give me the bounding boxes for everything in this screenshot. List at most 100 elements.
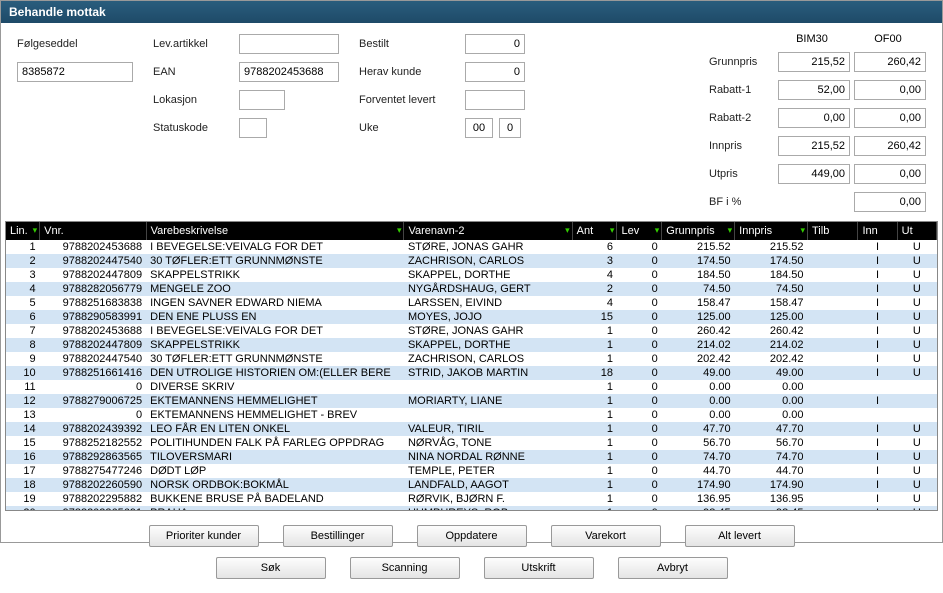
cell-col-ip: 44.70 <box>735 464 808 478</box>
cell-col-ip: 158.47 <box>735 296 808 310</box>
cell-col-lin: 14 <box>6 422 40 436</box>
col-innpris[interactable]: Innpris▾ <box>735 222 808 240</box>
table-row[interactable]: 169788292863565TILOVERSMARININA NORDAL R… <box>6 450 937 464</box>
col-grunnpris[interactable]: Grunnpris▾ <box>662 222 735 240</box>
table-row[interactable]: 59788251683838INGEN SAVNER EDWARD NIEMAL… <box>6 296 937 310</box>
cell-col-vnr: 9788275477246 <box>40 464 147 478</box>
avbryt-button[interactable]: Avbryt <box>618 557 728 579</box>
cell-col-vare: I BEVEGELSE:VEIVALG FOR DET <box>146 240 404 254</box>
grunnpris-bim-input[interactable] <box>778 52 850 72</box>
cell-col-gp: 158.47 <box>662 296 735 310</box>
cell-col-ut: U <box>897 436 936 450</box>
cell-col-ut: U <box>897 310 936 324</box>
col-tilb[interactable]: Tilb <box>808 222 858 240</box>
table-row[interactable]: 189788202260590NORSK ORDBOK:BOKMÅLLANDFA… <box>6 478 937 492</box>
sort-icon: ▾ <box>610 225 615 236</box>
cell-col-ant: 1 <box>572 464 617 478</box>
data-table[interactable]: Lin.▾ Vnr. Varebeskrivelse▾ Varenavn-2▾ … <box>6 222 937 511</box>
cell-col-inn: I <box>858 352 897 366</box>
col-vnr[interactable]: Vnr. <box>40 222 147 240</box>
innpris-of-input[interactable] <box>854 136 926 156</box>
forventet-input[interactable] <box>465 90 525 110</box>
grunnpris-of-input[interactable] <box>854 52 926 72</box>
col-inn[interactable]: Inn <box>858 222 897 240</box>
cell-col-vnr: 9788252182552 <box>40 436 147 450</box>
table-row[interactable]: 9978820244754030 TØFLER:ETT GRUNNMØNSTEZ… <box>6 352 937 366</box>
table-row[interactable]: 79788202453688I BEVEGELSE:VEIVALG FOR DE… <box>6 324 937 338</box>
folgeseddel-input[interactable] <box>17 62 133 82</box>
cell-col-ant: 1 <box>572 450 617 464</box>
utpris-bim-input[interactable] <box>778 164 850 184</box>
cell-col-lin: 19 <box>6 492 40 506</box>
uke1-input[interactable] <box>465 118 493 138</box>
lev-artikkel-input[interactable] <box>239 34 339 54</box>
cell-col-vare: EKTEMANNENS HEMMELIGHET - BREV <box>146 408 404 422</box>
rabatt2-of-input[interactable] <box>854 108 926 128</box>
table-row[interactable]: 2978820244754030 TØFLER:ETT GRUNNMØNSTEZ… <box>6 254 937 268</box>
bestilt-input[interactable] <box>465 34 525 54</box>
utpris-of-input[interactable] <box>854 164 926 184</box>
table-row[interactable]: 69788290583991DEN ENE PLUSS ENMOYES, JOJ… <box>6 310 937 324</box>
cell-col-gp: 260.42 <box>662 324 735 338</box>
statuskode-input[interactable] <box>239 118 267 138</box>
col-lin[interactable]: Lin.▾ <box>6 222 40 240</box>
sok-button[interactable]: Søk <box>216 557 326 579</box>
col-ut[interactable]: Ut <box>897 222 936 240</box>
cell-col-ip: 56.70 <box>735 436 808 450</box>
cell-col-ant: 1 <box>572 324 617 338</box>
cell-col-ut: U <box>897 450 936 464</box>
bfi-of-input[interactable] <box>854 192 926 212</box>
table-row[interactable]: 199788202295882BUKKENE BRUSE PÅ BADELAND… <box>6 492 937 506</box>
lokasjon-input[interactable] <box>239 90 285 110</box>
scanning-button[interactable]: Scanning <box>350 557 460 579</box>
cell-col-ut <box>897 380 936 394</box>
cell-col-ant: 6 <box>572 240 617 254</box>
table-row[interactable]: 49788282056779MENGELE ZOONYGÅRDSHAUG, GE… <box>6 282 937 296</box>
cell-col-tilb <box>808 436 858 450</box>
cell-col-vnavn2: ZACHRISON, CARLOS <box>404 352 572 366</box>
cell-col-lev: 0 <box>617 492 662 506</box>
cell-col-lin: 13 <box>6 408 40 422</box>
cell-col-tilb <box>808 380 858 394</box>
table-row[interactable]: 130EKTEMANNENS HEMMELIGHET - BREV100.000… <box>6 408 937 422</box>
table-row[interactable]: 129788279006725EKTEMANNENS HEMMELIGHETMO… <box>6 394 937 408</box>
cell-col-ut: U <box>897 268 936 282</box>
col-varenavn2[interactable]: Varenavn-2▾ <box>404 222 572 240</box>
cell-col-vnavn2: TEMPLE, PETER <box>404 464 572 478</box>
cell-col-vnavn2: MOYES, JOJO <box>404 310 572 324</box>
bestillinger-button[interactable]: Bestillinger <box>283 525 393 547</box>
utskrift-button[interactable]: Utskrift <box>484 557 594 579</box>
table-row[interactable]: 89788202447809SKAPPELSTRIKKSKAPPEL, DORT… <box>6 338 937 352</box>
herav-kunde-input[interactable] <box>465 62 525 82</box>
innpris-bim-input[interactable] <box>778 136 850 156</box>
table-row[interactable]: 39788202447809SKAPPELSTRIKKSKAPPEL, DORT… <box>6 268 937 282</box>
table-row[interactable]: 179788275477246DØDT LØPTEMPLE, PETER1044… <box>6 464 937 478</box>
cell-col-ip: 214.02 <box>735 338 808 352</box>
sort-icon: ▾ <box>728 225 733 236</box>
cell-col-ut: U <box>897 464 936 478</box>
col-lev[interactable]: Lev▾ <box>617 222 662 240</box>
cell-col-inn: I <box>858 422 897 436</box>
table-row[interactable]: 149788202439392LEO FÅR EN LITEN ONKELVAL… <box>6 422 937 436</box>
table-row[interactable]: 110DIVERSE SKRIV100.000.00 <box>6 380 937 394</box>
table-row[interactable]: 109788251661416DEN UTROLIGE HISTORIEN OM… <box>6 366 937 380</box>
uke2-input[interactable] <box>499 118 521 138</box>
table-row[interactable]: 19788202453688I BEVEGELSE:VEIVALG FOR DE… <box>6 240 937 254</box>
table-row[interactable]: 159788252182552POLITIHUNDEN FALK PÅ FARL… <box>6 436 937 450</box>
ean-input[interactable] <box>239 62 339 82</box>
cell-col-inn: I <box>858 478 897 492</box>
col-varebeskrivelse[interactable]: Varebeskrivelse▾ <box>146 222 404 240</box>
cell-col-vare: DØDT LØP <box>146 464 404 478</box>
cell-col-vnavn2: LARSSEN, EIVIND <box>404 296 572 310</box>
rabatt1-of-input[interactable] <box>854 80 926 100</box>
varekort-button[interactable]: Varekort <box>551 525 661 547</box>
cell-col-lev: 0 <box>617 296 662 310</box>
alt-levert-button[interactable]: Alt levert <box>685 525 795 547</box>
prioriter-kunder-button[interactable]: Prioriter kunder <box>149 525 259 547</box>
rabatt1-bim-input[interactable] <box>778 80 850 100</box>
cell-col-vare: LEO FÅR EN LITEN ONKEL <box>146 422 404 436</box>
rabatt2-bim-input[interactable] <box>778 108 850 128</box>
col-ant[interactable]: Ant▾ <box>572 222 617 240</box>
oppdatere-button[interactable]: Oppdatere <box>417 525 527 547</box>
cell-col-vare: SKAPPELSTRIKK <box>146 338 404 352</box>
